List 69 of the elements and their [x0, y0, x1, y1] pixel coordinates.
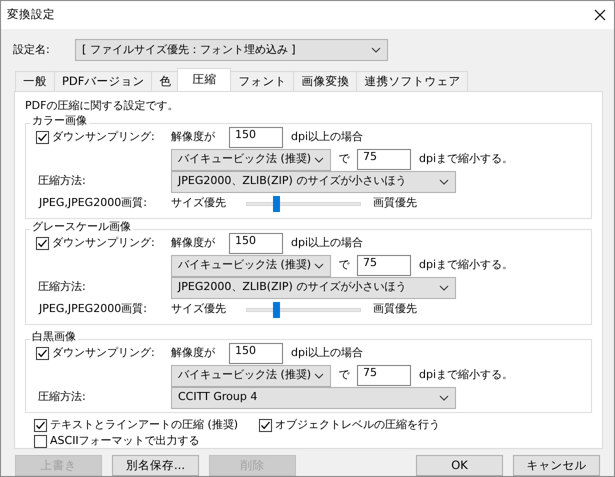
to-label: で	[338, 369, 351, 382]
preset-dropdown[interactable]: [ ファイルサイズ優先：フォント埋め込み ]	[75, 39, 388, 61]
group-title: カラー画像	[30, 114, 89, 128]
group-title: 白黒画像	[30, 330, 78, 344]
to-label: で	[338, 259, 351, 272]
max-quality-label: 画質優先	[373, 303, 417, 316]
check-icon	[37, 238, 48, 250]
min-quality-label: サイズ優先	[171, 197, 227, 210]
compression-label: 圧縮方法:	[37, 391, 87, 404]
method-dropdown[interactable]: バイキュービック法 (推奨)	[171, 254, 331, 277]
slider-thumb[interactable]	[273, 196, 280, 212]
compression-label: 圧縮方法:	[37, 281, 87, 294]
option-checkbox[interactable]: オブジェクトレベルの圧縮を行う	[259, 418, 592, 432]
resolution-suffix: dpi以上の場合	[291, 237, 364, 250]
option-checkbox[interactable]: ASCIIフォーマットで出力する	[34, 434, 259, 448]
resolution-label: 解像度が	[171, 347, 216, 360]
chevron-icon	[439, 284, 449, 291]
dialog-button[interactable]: 別名保存...	[112, 455, 199, 476]
target-suffix: dpiまで縮小する。	[419, 153, 514, 166]
method-dropdown[interactable]: バイキュービック法 (推奨)	[171, 364, 331, 387]
chevron-icon	[439, 178, 449, 185]
quality-label: JPEG,JPEG2000画質:	[38, 303, 148, 316]
option-checkbox[interactable]: テキストとラインアートの圧縮 (推奨)	[34, 418, 259, 432]
resolution-input[interactable]: 150	[229, 127, 283, 148]
close-icon[interactable]	[594, 9, 606, 21]
downsampling-checkbox[interactable]: ダウンサンプリング:	[36, 131, 171, 144]
target-input[interactable]: 75	[357, 365, 411, 386]
max-quality-label: 画質優先	[373, 197, 417, 210]
resolution-label: 解像度が	[171, 131, 216, 144]
resolution-suffix: dpi以上の場合	[291, 131, 364, 144]
preset-label: 設定名:	[13, 44, 51, 56]
description-text: PDFの圧縮に関する設定です。	[25, 100, 180, 113]
tab[interactable]: 圧縮	[177, 68, 232, 91]
quality-slider[interactable]	[246, 196, 361, 212]
compression-label: 圧縮方法:	[37, 175, 87, 188]
resolution-input[interactable]: 150	[229, 233, 283, 254]
quality-label: JPEG,JPEG2000画質:	[38, 197, 148, 210]
check-icon	[260, 420, 271, 431]
dialog-button[interactable]: OK	[416, 455, 503, 476]
chevron-icon	[314, 372, 324, 379]
group-title: グレースケール画像	[30, 220, 133, 234]
check-icon	[35, 420, 46, 431]
window-title: 変換設定	[7, 8, 55, 22]
target-suffix: dpiまで縮小する。	[419, 369, 514, 382]
slider-thumb[interactable]	[273, 302, 280, 318]
dialog-button[interactable]: キャンセル	[513, 455, 600, 476]
compression-dropdown[interactable]: CCITT Group 4	[171, 386, 456, 409]
check-icon	[37, 132, 48, 144]
chevron-icon	[314, 262, 324, 269]
min-quality-label: サイズ優先	[171, 303, 227, 316]
downsampling-checkbox[interactable]: ダウンサンプリング:	[36, 347, 171, 360]
resolution-suffix: dpi以上の場合	[291, 347, 364, 360]
method-dropdown[interactable]: バイキュービック法 (推奨)	[171, 148, 331, 171]
chevron-icon	[371, 47, 381, 53]
target-suffix: dpiまで縮小する。	[419, 259, 514, 272]
resolution-input[interactable]: 150	[229, 343, 283, 364]
check-icon	[37, 348, 48, 360]
chevron-icon	[314, 156, 324, 163]
target-input[interactable]: 75	[357, 149, 411, 170]
quality-slider[interactable]	[246, 302, 361, 318]
compression-dropdown[interactable]: JPEG2000、ZLIB(ZIP) のサイズが小さいほう	[171, 170, 456, 193]
to-label: で	[338, 153, 351, 166]
downsampling-checkbox[interactable]: ダウンサンプリング:	[36, 237, 171, 250]
target-input[interactable]: 75	[357, 255, 411, 276]
resolution-label: 解像度が	[171, 237, 216, 250]
tab[interactable]: 連携ソフトウェア	[356, 71, 468, 91]
chevron-icon	[439, 394, 449, 401]
tab[interactable]: 一般	[15, 71, 55, 91]
compression-dropdown[interactable]: JPEG2000、ZLIB(ZIP) のサイズが小さいほう	[171, 276, 456, 299]
